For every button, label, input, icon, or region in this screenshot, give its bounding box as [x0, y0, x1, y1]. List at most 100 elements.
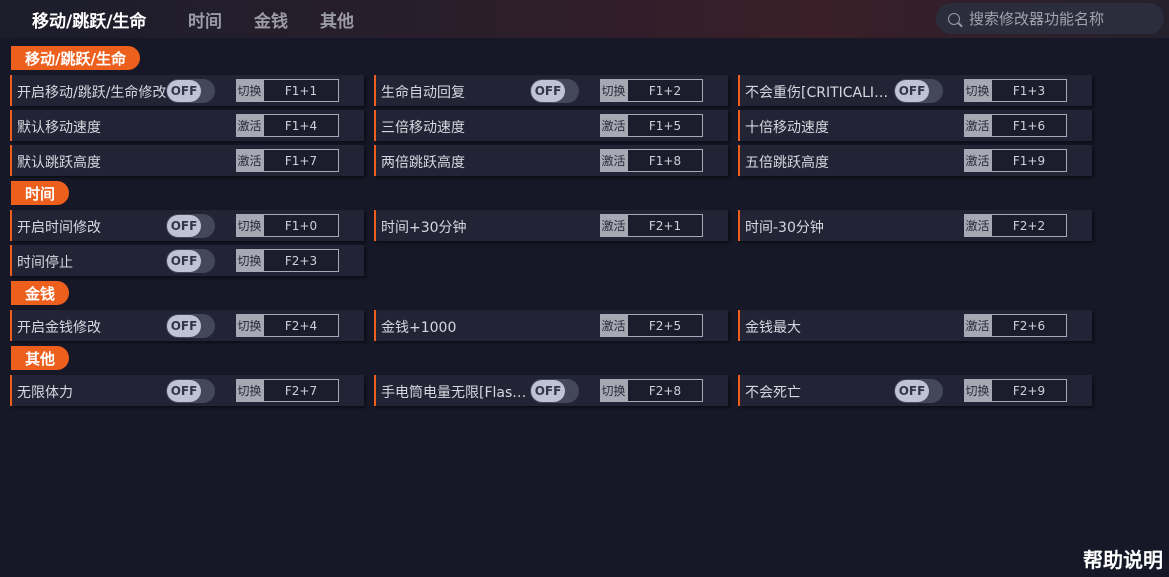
- hotkey-button[interactable]: 切换 F1+1: [236, 79, 339, 102]
- cheat-row: 不会重伤[CRITICALINJURY]OFF 切换F1+3: [738, 75, 1092, 106]
- cheat-label: 两倍跳跃高度: [381, 155, 465, 171]
- hotkey-button[interactable]: 激活 F1+7: [236, 149, 339, 172]
- hotkey-mode: 切换: [964, 379, 991, 402]
- hotkey-button[interactable]: 激活 F1+9: [964, 149, 1067, 172]
- cheat-row: 时间-30分钟 激活 F2+2: [738, 210, 1092, 241]
- hotkey-mode: 激活: [964, 149, 991, 172]
- hotkey-button[interactable]: 激活 F2+6: [964, 314, 1067, 337]
- cheat-label: 时间-30分钟: [745, 220, 824, 236]
- hotkey-button[interactable]: 激活 F1+5: [600, 114, 703, 137]
- cheat-row: 不会死亡 OFF 切换 F2+9: [738, 375, 1092, 406]
- cheat-row: 生命自动回复 OFF 切换 F1+2: [374, 75, 728, 106]
- cheat-row: 三倍移动速度 激活 F1+5: [374, 110, 728, 141]
- cheat-label: 三倍移动速度: [381, 120, 465, 136]
- tab-move-jump-life[interactable]: 移动/跳跃/生命: [32, 7, 146, 32]
- cheat-toggle[interactable]: OFF: [166, 79, 215, 103]
- cheat-toggle[interactable]: OFF: [166, 314, 215, 338]
- hotkey-button[interactable]: 切换 F1+2: [600, 79, 703, 102]
- hotkey-mode: 激活: [236, 114, 263, 137]
- cheat-toggle[interactable]: OFF: [530, 379, 579, 403]
- hotkey-button[interactable]: 激活 F1+4: [236, 114, 339, 137]
- cheat-row: 五倍跳跃高度 激活 F1+9: [738, 145, 1092, 176]
- hotkey-key: F2+3: [263, 249, 339, 272]
- cheat-row: 开启移动/跳跃/生命修改 OFF 切换 F1+1: [10, 75, 364, 106]
- hotkey-button[interactable]: 切换 F2+4: [236, 314, 339, 337]
- toggle-state: OFF: [531, 80, 565, 102]
- toggle-state: OFF: [167, 380, 201, 402]
- hotkey-mode: 激活: [600, 214, 627, 237]
- toggle-state: OFF: [895, 80, 929, 102]
- hotkey-button[interactable]: 切换 F2+9: [964, 379, 1067, 402]
- cheat-label: 十倍移动速度: [745, 120, 829, 136]
- hotkey-button[interactable]: 激活 F2+2: [964, 214, 1067, 237]
- hotkey-button[interactable]: 切换 F1+0: [236, 214, 339, 237]
- hotkey-key: F1+0: [263, 214, 339, 237]
- search-input[interactable]: [969, 9, 1149, 28]
- toggle-state: OFF: [167, 250, 201, 272]
- hotkey-mode: 切换: [236, 214, 263, 237]
- cheat-toggle[interactable]: OFF: [894, 79, 943, 103]
- cheat-label: 不会重伤[CRITICALINJURY]: [745, 85, 895, 101]
- cheat-label: 开启金钱修改: [17, 320, 101, 336]
- search-icon: [948, 12, 960, 25]
- toggle-state: OFF: [895, 380, 929, 402]
- section-header: 移动/跳跃/生命: [11, 46, 140, 70]
- cheat-label: 金钱+1000: [381, 320, 457, 336]
- toggle-state: OFF: [167, 80, 201, 102]
- toggle-state: OFF: [531, 380, 565, 402]
- cheat-toggle[interactable]: OFF: [530, 79, 579, 103]
- hotkey-button[interactable]: 激活 F1+8: [600, 149, 703, 172]
- toggle-state: OFF: [167, 315, 201, 337]
- hotkey-mode: 切换: [236, 314, 263, 337]
- toggle-state: OFF: [167, 215, 201, 237]
- cheat-row: 开启金钱修改 OFF 切换 F2+4: [10, 310, 364, 341]
- section-header: 时间: [11, 181, 70, 205]
- hotkey-key: F1+9: [991, 149, 1067, 172]
- hotkey-button[interactable]: 切换 F2+7: [236, 379, 339, 402]
- section-header: 金钱: [11, 281, 70, 305]
- cheat-label: 不会死亡: [745, 385, 801, 401]
- hotkey-mode: 切换: [600, 379, 627, 402]
- hotkey-button[interactable]: 激活 F2+5: [600, 314, 703, 337]
- hotkey-key: F2+4: [263, 314, 339, 337]
- hotkey-button[interactable]: 激活 F1+6: [964, 114, 1067, 137]
- cheat-label: 时间停止: [17, 255, 73, 271]
- cheat-row: 十倍移动速度 激活 F1+6: [738, 110, 1092, 141]
- hotkey-key: F2+8: [627, 379, 703, 402]
- cheat-row: 开启时间修改 OFF 切换 F1+0: [10, 210, 364, 241]
- hotkey-button[interactable]: 切换 F2+3: [236, 249, 339, 272]
- hotkey-button[interactable]: 切换 F2+8: [600, 379, 703, 402]
- hotkey-mode: 激活: [964, 314, 991, 337]
- hotkey-key: F1+8: [627, 149, 703, 172]
- hotkey-mode: 切换: [236, 249, 263, 272]
- cheat-label: 默认移动速度: [17, 120, 101, 136]
- cheat-toggle[interactable]: OFF: [166, 379, 215, 403]
- hotkey-mode: 激活: [600, 149, 627, 172]
- hotkey-mode: 切换: [600, 79, 627, 102]
- hotkey-key: F1+4: [263, 114, 339, 137]
- hotkey-mode: 切换: [236, 79, 263, 102]
- hotkey-button[interactable]: 激活 F2+1: [600, 214, 703, 237]
- search-box[interactable]: [936, 3, 1164, 34]
- cheat-label: 开启移动/跳跃/生命修改: [17, 85, 167, 101]
- tab-money[interactable]: 金钱: [254, 7, 288, 32]
- tab-time[interactable]: 时间: [188, 7, 222, 32]
- cheat-label: 生命自动回复: [381, 85, 465, 101]
- tab-other[interactable]: 其他: [320, 7, 354, 32]
- cheat-toggle[interactable]: OFF: [166, 249, 215, 273]
- hotkey-key: F2+7: [263, 379, 339, 402]
- hotkey-mode: 激活: [964, 114, 991, 137]
- hotkey-key: F2+9: [991, 379, 1067, 402]
- hotkey-button[interactable]: 切换 F1+3: [964, 79, 1067, 102]
- cheat-label: 默认跳跃高度: [17, 155, 101, 171]
- hotkey-mode: 激活: [600, 114, 627, 137]
- cheat-row: 时间+30分钟 激活 F2+1: [374, 210, 728, 241]
- cheat-label: 无限体力: [17, 385, 73, 401]
- cheat-toggle[interactable]: OFF: [166, 214, 215, 238]
- hotkey-mode: 切换: [236, 379, 263, 402]
- cheat-row: 金钱+1000 激活 F2+5: [374, 310, 728, 341]
- hotkey-key: F1+3: [991, 79, 1067, 102]
- hotkey-mode: 切换: [964, 79, 991, 102]
- help-link[interactable]: 帮助说明: [1083, 544, 1163, 573]
- cheat-toggle[interactable]: OFF: [894, 379, 943, 403]
